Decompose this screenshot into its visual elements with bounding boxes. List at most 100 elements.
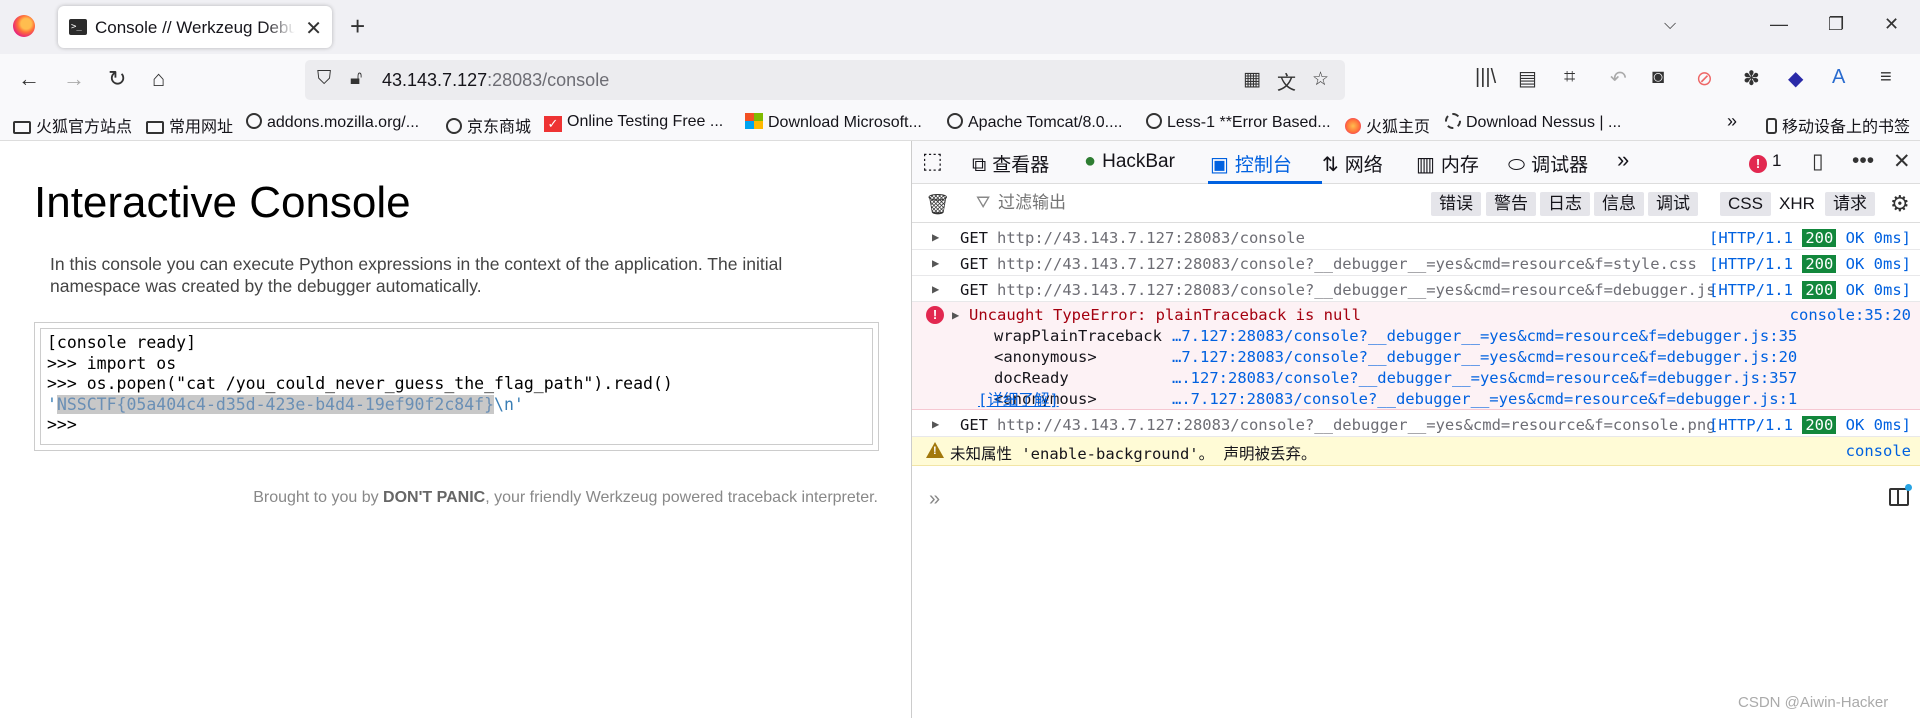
url-text[interactable]: 43.143.7.127:28083/console <box>382 70 609 91</box>
bookmark-item[interactable]: Download Nessus | ... <box>1445 113 1621 132</box>
insecure-lock-icon[interactable]: 🔓︎ <box>350 68 362 90</box>
tab-console[interactable]: ▣ 控制台 <box>1210 150 1292 177</box>
filter-errors-button[interactable]: 错误 <box>1431 192 1481 216</box>
tab-title: Console // Werkzeug Debugger <box>95 18 295 37</box>
qr-code-icon[interactable]: ▦ <box>1243 68 1261 91</box>
request-status[interactable]: [HTTP/1.1 200 OK 0ms] <box>1709 229 1911 247</box>
error-log-row[interactable]: ! ▶ Uncaught TypeError: plainTraceback i… <box>912 302 1920 410</box>
forward-arrow-icon[interactable]: → <box>63 66 85 92</box>
extension-block-icon[interactable]: ⊘ <box>1696 66 1713 91</box>
tab-debugger[interactable]: ⬭ 调试器 <box>1508 150 1588 177</box>
console-prompt[interactable]: >>> <box>47 415 866 436</box>
filter-logs-button[interactable]: 日志 <box>1540 192 1590 216</box>
translate-icon[interactable]: 文 <box>1277 68 1296 95</box>
filter-input[interactable] <box>998 193 1198 213</box>
tab-network[interactable]: ⇅ 网络 <box>1322 150 1383 177</box>
bookmark-item[interactable]: Less-1 **Error Based... <box>1146 113 1331 132</box>
stack-frame-location[interactable]: ….127:28083/console?__debugger__=yes&cmd… <box>1172 369 1797 387</box>
list-tabs-chevron-icon[interactable]: ⌵ <box>1664 16 1676 34</box>
library-icon[interactable]: |||\ <box>1475 66 1496 89</box>
new-tab-button[interactable]: + <box>350 11 365 42</box>
menu-hamburger-icon[interactable]: ≡ <box>1880 66 1892 89</box>
bookmark-item[interactable]: Download Microsoft... <box>745 113 922 132</box>
close-tab-icon[interactable]: ✕ <box>305 16 322 41</box>
flag-selected-text[interactable]: NSSCTF{05a404c4-d35d-423e-b4d4-19ef90f2c… <box>56 394 495 414</box>
bookmark-label: Download Microsoft... <box>768 114 922 131</box>
more-tools-chevron-icon[interactable]: » <box>1617 147 1629 173</box>
network-log-row[interactable]: ▶ GET http://43.143.7.127:28083/console … <box>912 224 1920 250</box>
extension-diamond-icon[interactable]: ◆ <box>1788 66 1803 91</box>
console-output[interactable]: [console ready] >>> import os >>> os.popen… <box>40 328 873 445</box>
bookmark-item[interactable]: ✓ Online Testing Free ... <box>544 113 723 132</box>
network-log-row[interactable]: ▶ GET http://43.143.7.127:28083/console?… <box>912 250 1920 276</box>
learn-more-link[interactable]: [详细了解] <box>978 388 1059 410</box>
translate-extension-icon[interactable]: A <box>1832 66 1845 89</box>
status-text: OK 0ms] <box>1845 281 1911 299</box>
dock-toggle-icon[interactable]: ▯ <box>1812 149 1824 174</box>
crop-screenshot-icon[interactable]: ⌗ <box>1564 66 1575 89</box>
sidebar-icon[interactable]: ▤ <box>1518 66 1537 91</box>
request-url[interactable]: http://43.143.7.127:28083/console?__debu… <box>997 255 1697 273</box>
extension-mask-icon[interactable]: ◙ <box>1652 66 1664 89</box>
close-window-button[interactable]: ✕ <box>1884 14 1899 35</box>
network-log-row[interactable]: ▶ GET http://43.143.7.127:28083/console?… <box>912 410 1920 437</box>
mobile-bookmarks[interactable]: 移动设备上的书签 <box>1766 113 1910 137</box>
expand-triangle-icon[interactable]: ▶ <box>932 230 939 244</box>
expand-triangle-icon[interactable]: ▶ <box>932 282 939 296</box>
error-location-link[interactable]: console:35:20 <box>1790 306 1911 324</box>
bookmark-item[interactable]: addons.mozilla.org/... <box>246 113 419 132</box>
filter-css-button[interactable]: CSS <box>1720 192 1771 216</box>
stack-frame-location[interactable]: …7.127:28083/console?__debugger__=yes&cm… <box>1172 327 1797 345</box>
console-sidebar-toggle-icon[interactable] <box>1889 484 1912 506</box>
stack-frame-location[interactable]: …7.127:28083/console?__debugger__=yes&cm… <box>1172 348 1797 366</box>
home-icon[interactable]: ⌂ <box>152 66 165 92</box>
bookmark-item[interactable]: 京东商城 <box>446 113 531 137</box>
close-devtools-icon[interactable]: ✕ <box>1893 149 1911 174</box>
expand-triangle-icon[interactable]: ▶ <box>952 308 959 322</box>
bookmark-star-icon[interactable]: ☆ <box>1312 68 1329 91</box>
bookmark-item[interactable]: 常用网址 <box>146 113 233 137</box>
undo-icon[interactable]: ↶ <box>1610 66 1627 91</box>
warning-log-row[interactable]: 未知属性 'enable-background'。 声明被丢弃。 console <box>912 437 1920 466</box>
bookmark-item[interactable]: 火狐官方站点 <box>13 113 132 137</box>
error-count-badge[interactable]: ! 1 <box>1749 151 1781 173</box>
tab-inspector[interactable]: ⧉ 查看器 <box>972 150 1049 177</box>
interactive-console[interactable]: [console ready] >>> import os >>> os.popen… <box>34 322 879 451</box>
filter-warnings-button[interactable]: 警告 <box>1486 192 1536 216</box>
console-input-prompt-icon[interactable]: » <box>929 488 940 511</box>
warning-location-link[interactable]: console <box>1846 442 1911 460</box>
element-picker-icon[interactable]: ⬚ <box>922 148 943 174</box>
url-bar[interactable]: ⛉ 🔓︎ 43.143.7.127:28083/console ▦ 文 ☆ <box>305 60 1345 100</box>
request-url[interactable]: http://43.143.7.127:28083/console?__debu… <box>997 281 1716 299</box>
tab-memory[interactable]: ▥ 内存 <box>1416 150 1479 177</box>
network-log-row[interactable]: ▶ GET http://43.143.7.127:28083/console?… <box>912 276 1920 302</box>
restore-window-button[interactable]: ❐ <box>1828 14 1844 35</box>
request-status[interactable]: [HTTP/1.1 200 OK 0ms] <box>1709 416 1911 434</box>
footer-bold: DON'T PANIC <box>383 489 486 506</box>
stack-frame-location[interactable]: ….7.127:28083/console?__debugger__=yes&c… <box>1172 390 1797 408</box>
filter-requests-button[interactable]: 请求 <box>1825 192 1875 216</box>
request-url[interactable]: http://43.143.7.127:28083/console <box>997 229 1305 247</box>
clear-console-trash-icon[interactable]: 🗑︎ <box>925 192 950 217</box>
tab-hackbar[interactable]: ● HackBar <box>1084 150 1175 173</box>
more-bookmarks-chevron-icon[interactable]: » <box>1727 111 1737 132</box>
request-url[interactable]: http://43.143.7.127:28083/console?__debu… <box>997 416 1716 434</box>
bookmark-item[interactable]: Apache Tomcat/8.0.... <box>947 113 1122 132</box>
back-arrow-icon[interactable]: ← <box>18 66 40 92</box>
shield-icon[interactable]: ⛉ <box>317 68 331 90</box>
filter-debug-button[interactable]: 调试 <box>1648 192 1698 216</box>
reload-icon[interactable]: ↻ <box>108 66 126 92</box>
firefox-logo-icon[interactable] <box>13 15 35 37</box>
minimize-window-button[interactable]: — <box>1770 14 1788 35</box>
console-settings-gear-icon[interactable]: ⚙ <box>1890 191 1910 217</box>
browser-tab-active[interactable]: >_ Console // Werkzeug Debugger ✕ <box>58 6 332 48</box>
filter-xhr-button[interactable]: XHR <box>1771 192 1823 216</box>
extension-puzzle-icon[interactable]: ✽ <box>1743 66 1760 91</box>
request-status[interactable]: [HTTP/1.1 200 OK 0ms] <box>1709 281 1911 299</box>
request-status[interactable]: [HTTP/1.1 200 OK 0ms] <box>1709 255 1911 273</box>
bookmark-item[interactable]: 火狐主页 <box>1345 113 1430 137</box>
expand-triangle-icon[interactable]: ▶ <box>932 417 939 431</box>
expand-triangle-icon[interactable]: ▶ <box>932 256 939 270</box>
more-options-icon[interactable]: ••• <box>1852 149 1874 173</box>
filter-info-button[interactable]: 信息 <box>1594 192 1644 216</box>
